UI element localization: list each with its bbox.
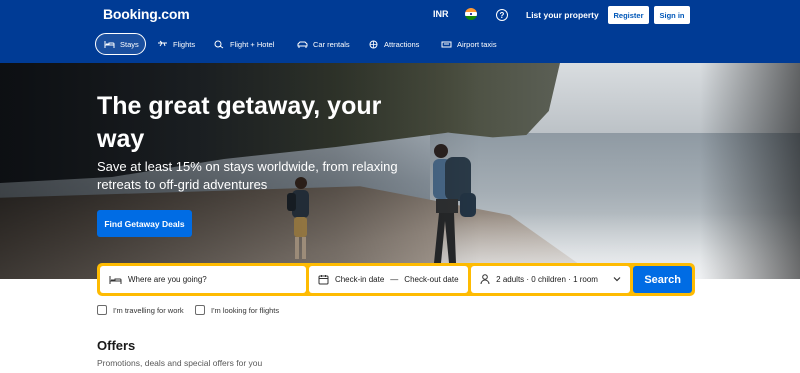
checkin-date: Check-in date: [334, 275, 385, 284]
register-button[interactable]: Register: [608, 6, 649, 24]
destination-input[interactable]: Where are you going?: [100, 266, 306, 293]
plane-icon: [157, 40, 168, 49]
tab-flights[interactable]: Flights: [157, 33, 195, 55]
hero-banner: The great getaway, your way Save at leas…: [0, 63, 800, 279]
tab-label: Car rentals: [313, 39, 350, 49]
tab-flight-hotel[interactable]: Flight + Hotel: [214, 33, 274, 55]
person-icon: [480, 274, 490, 285]
hero-title: The great getaway, your way: [97, 92, 382, 153]
tab-car-rentals[interactable]: Car rentals: [297, 33, 350, 55]
tab-airport-taxis[interactable]: Airport taxis: [441, 33, 497, 55]
car-icon: [297, 40, 308, 49]
looking-for-flights-checkbox[interactable]: I'm looking for flights: [195, 305, 279, 315]
date-picker[interactable]: Check-in date — Check-out date: [308, 266, 469, 293]
bed-icon: [104, 40, 115, 49]
search-button[interactable]: Search: [633, 266, 693, 293]
tab-attractions[interactable]: Attractions: [368, 33, 419, 55]
india-flag-icon[interactable]: [465, 8, 477, 20]
tab-label: Airport taxis: [457, 39, 497, 49]
hero-edge-shade: [700, 63, 800, 279]
tab-label: Flights: [173, 39, 196, 49]
search-bar: Where are you going? Check-in date — Che…: [97, 263, 695, 296]
tab-stays[interactable]: Stays: [95, 33, 146, 55]
attractions-icon: [368, 40, 379, 49]
help-icon[interactable]: ?: [496, 9, 508, 21]
chevron-down-icon: [613, 275, 621, 284]
tab-label: Attractions: [384, 39, 420, 49]
offers-subtitle: Promotions, deals and special offers for…: [97, 358, 263, 368]
booking-logo[interactable]: Booking.com: [103, 6, 190, 22]
calendar-icon: [318, 274, 329, 285]
currency-selector[interactable]: INR: [433, 9, 449, 19]
top-header: Booking.com INR ? List your property Reg…: [0, 0, 800, 63]
bed-icon: [109, 275, 122, 285]
date-separator: —: [390, 275, 399, 284]
list-property-link[interactable]: List your property: [526, 10, 599, 20]
taxi-icon: [441, 40, 452, 49]
tab-label: Flight + Hotel: [230, 39, 275, 49]
find-getaway-deals-button[interactable]: Find Getaway Deals: [97, 210, 192, 237]
plane-hotel-icon: [214, 40, 225, 49]
destination-placeholder: Where are you going?: [128, 275, 207, 284]
hero-subtitle: Save at least 15% on stays worldwide, fr…: [97, 159, 398, 192]
offers-heading: Offers: [97, 338, 136, 353]
checkbox-label: I'm travelling for work: [113, 305, 184, 315]
tab-label: Stays: [120, 39, 139, 49]
checkout-date: Check-out date: [404, 275, 459, 284]
checkbox-box[interactable]: [97, 305, 107, 315]
checkbox-label: I'm looking for flights: [211, 305, 280, 315]
guests-selector[interactable]: 2 adults · 0 children · 1 room: [471, 266, 631, 293]
sign-in-button[interactable]: Sign in: [654, 6, 690, 24]
travelling-for-work-checkbox[interactable]: I'm travelling for work: [97, 305, 184, 315]
checkbox-box[interactable]: [195, 305, 205, 315]
guests-summary: 2 adults · 0 children · 1 room: [496, 275, 598, 284]
